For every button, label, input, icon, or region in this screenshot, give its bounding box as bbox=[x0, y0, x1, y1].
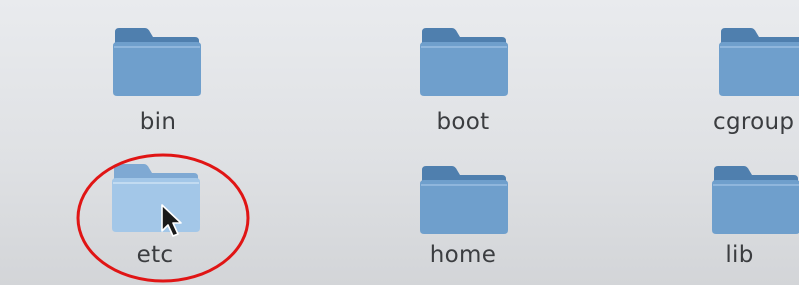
folder-label: lib bbox=[725, 242, 754, 268]
folder-label: boot bbox=[436, 109, 490, 135]
folder-item-lib[interactable]: lib bbox=[680, 150, 799, 280]
folder-icon bbox=[420, 166, 508, 234]
folder-icon bbox=[113, 28, 201, 96]
file-manager-icon-view: bin boot cgroup etc home lib bbox=[0, 0, 799, 285]
folder-icon bbox=[112, 164, 200, 232]
folder-icon bbox=[712, 166, 799, 234]
folder-item-etc[interactable]: etc bbox=[75, 150, 235, 280]
folder-icon bbox=[420, 28, 508, 96]
folder-item-boot[interactable]: boot bbox=[383, 8, 543, 148]
folder-label: etc bbox=[136, 242, 174, 268]
folder-label: cgroup bbox=[713, 109, 795, 135]
folder-item-bin[interactable]: bin bbox=[78, 8, 238, 148]
mouse-pointer-icon bbox=[161, 204, 182, 237]
folder-item-cgroup[interactable]: cgroup bbox=[700, 8, 799, 148]
folder-icon bbox=[719, 28, 799, 96]
folder-label: home bbox=[429, 242, 497, 268]
folder-item-home[interactable]: home bbox=[383, 150, 543, 280]
folder-label: bin bbox=[139, 109, 177, 135]
